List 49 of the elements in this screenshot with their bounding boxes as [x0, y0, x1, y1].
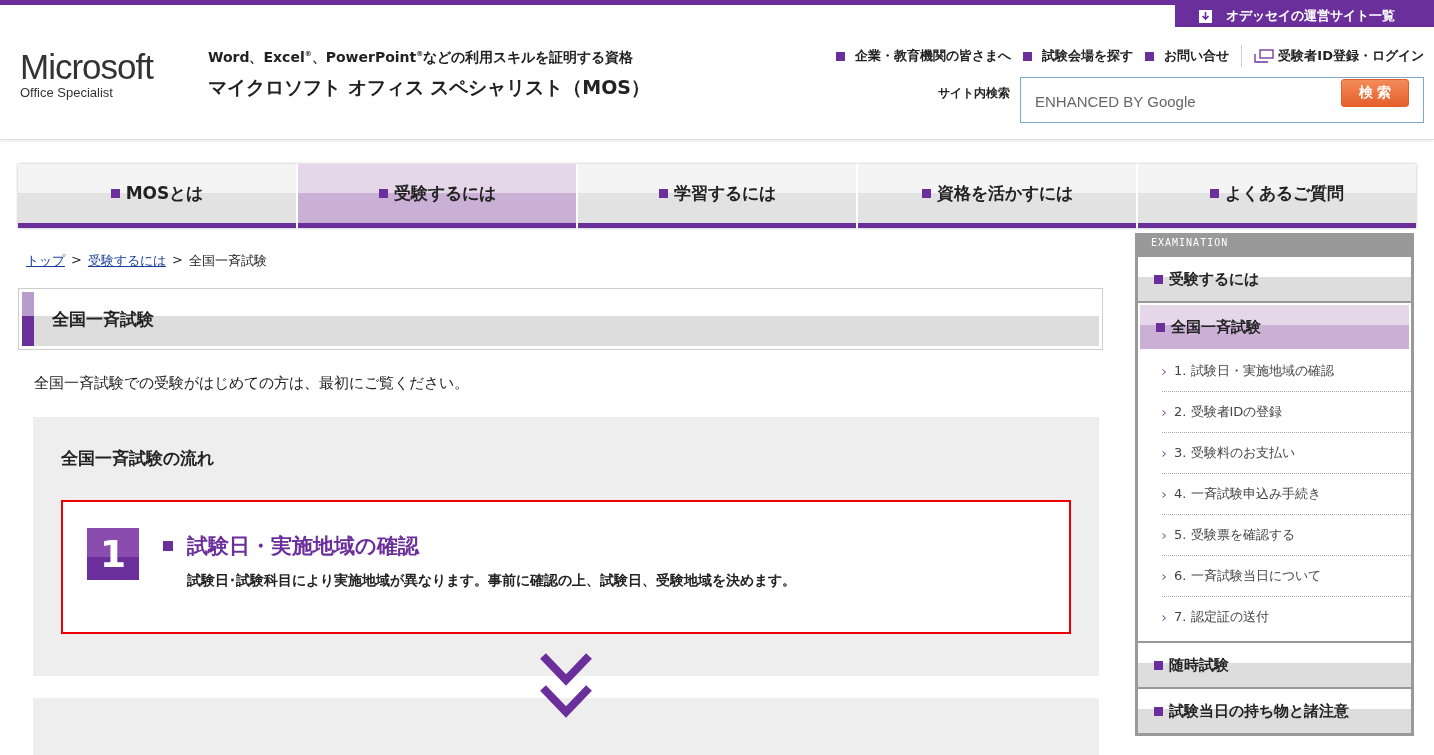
sidebar-item[interactable]: 全国一斉試験: [1138, 303, 1411, 351]
breadcrumb-separator: >: [171, 252, 183, 269]
nav-tab[interactable]: よくあるご質問: [1138, 164, 1416, 228]
search-label: サイト内検索: [938, 85, 1010, 102]
step-number: 1: [87, 528, 139, 580]
sidebar-subitem[interactable]: 2. 受験者IDの登録: [1162, 392, 1411, 433]
sites-list-link[interactable]: オデッセイの運営サイト一覧: [1175, 5, 1434, 27]
logo-subtitle: Office Specialist: [20, 85, 114, 100]
header-link[interactable]: お問い合せ: [1145, 47, 1230, 65]
chevron-right-icon: [1162, 409, 1166, 416]
sidebar-item[interactable]: 随時試験: [1138, 643, 1411, 687]
chevron-right-icon: [1162, 450, 1166, 457]
sidebar-subitem[interactable]: 7. 認定証の送付: [1162, 597, 1411, 637]
login-link[interactable]: 受験者ID登録・ログイン: [1254, 47, 1424, 65]
breadcrumb-link[interactable]: トップ: [26, 252, 65, 270]
chevron-right-icon: [1162, 368, 1166, 375]
sidebar-item[interactable]: 受験するには: [1138, 257, 1411, 301]
double-chevron-down-icon: [539, 652, 593, 718]
nav-tab[interactable]: 学習するには: [578, 164, 856, 228]
header-link[interactable]: 企業・教育機関の皆さまへ: [836, 47, 1012, 65]
site-title: マイクロソフト オフィス スペシャリスト（MOS）: [208, 75, 650, 100]
sidebar-subitem[interactable]: 3. 受験料のお支払い: [1162, 433, 1411, 474]
breadcrumb-current: 全国一斉試験: [188, 252, 267, 270]
sidebar-item[interactable]: 試験当日の持ち物と諸注意: [1138, 689, 1411, 733]
sidebar-subitem[interactable]: 6. 一斉試験当日について: [1162, 556, 1411, 597]
nav-tab[interactable]: 受験するには: [298, 164, 576, 228]
chevron-right-icon: [1162, 532, 1166, 539]
tagline: Word、Excel$^{®}$、PowerPoint$^{®}$などの利用スキルを証明する資格: [208, 49, 635, 67]
title-accent-bar: [22, 292, 34, 346]
chevron-right-icon: [1162, 573, 1166, 580]
sidebar-subitem[interactable]: 1. 試験日・実施地域の確認: [1162, 351, 1411, 392]
sidebar-subitem[interactable]: 5. 受験票を確認する: [1162, 515, 1411, 556]
step-title-link[interactable]: 試験日・実施地域の確認: [163, 532, 796, 560]
page-title: 全国一斉試験: [52, 307, 154, 331]
breadcrumb-link[interactable]: 受験するには: [87, 252, 166, 270]
sidebar-heading: EXAMINATION: [1150, 236, 1230, 250]
nav-tab[interactable]: MOSとは: [18, 164, 296, 228]
sidebar-subitem[interactable]: 4. 一斉試験申込み手続き: [1162, 474, 1411, 515]
breadcrumb-separator: >: [71, 252, 82, 269]
window-icon: [1254, 49, 1275, 63]
chevron-right-icon: [1162, 491, 1166, 498]
flow-title: 全国一斉試験の流れ: [61, 447, 215, 470]
step-description: 試験日･試験科目により実施地域が異なります。事前に確認の上、試験日、受験地域を決めます。: [187, 572, 796, 590]
header-link[interactable]: 試験会場を探す: [1023, 47, 1134, 65]
nav-tab[interactable]: 資格を活かすには: [858, 164, 1136, 228]
chevron-right-icon: [1162, 614, 1166, 621]
logo-wordmark: Microsoft: [20, 49, 155, 85]
intro-text: 全国一斉試験での受験がはじめての方は、最初にご覧ください。: [34, 374, 470, 393]
download-arrow-icon: [1199, 9, 1212, 23]
